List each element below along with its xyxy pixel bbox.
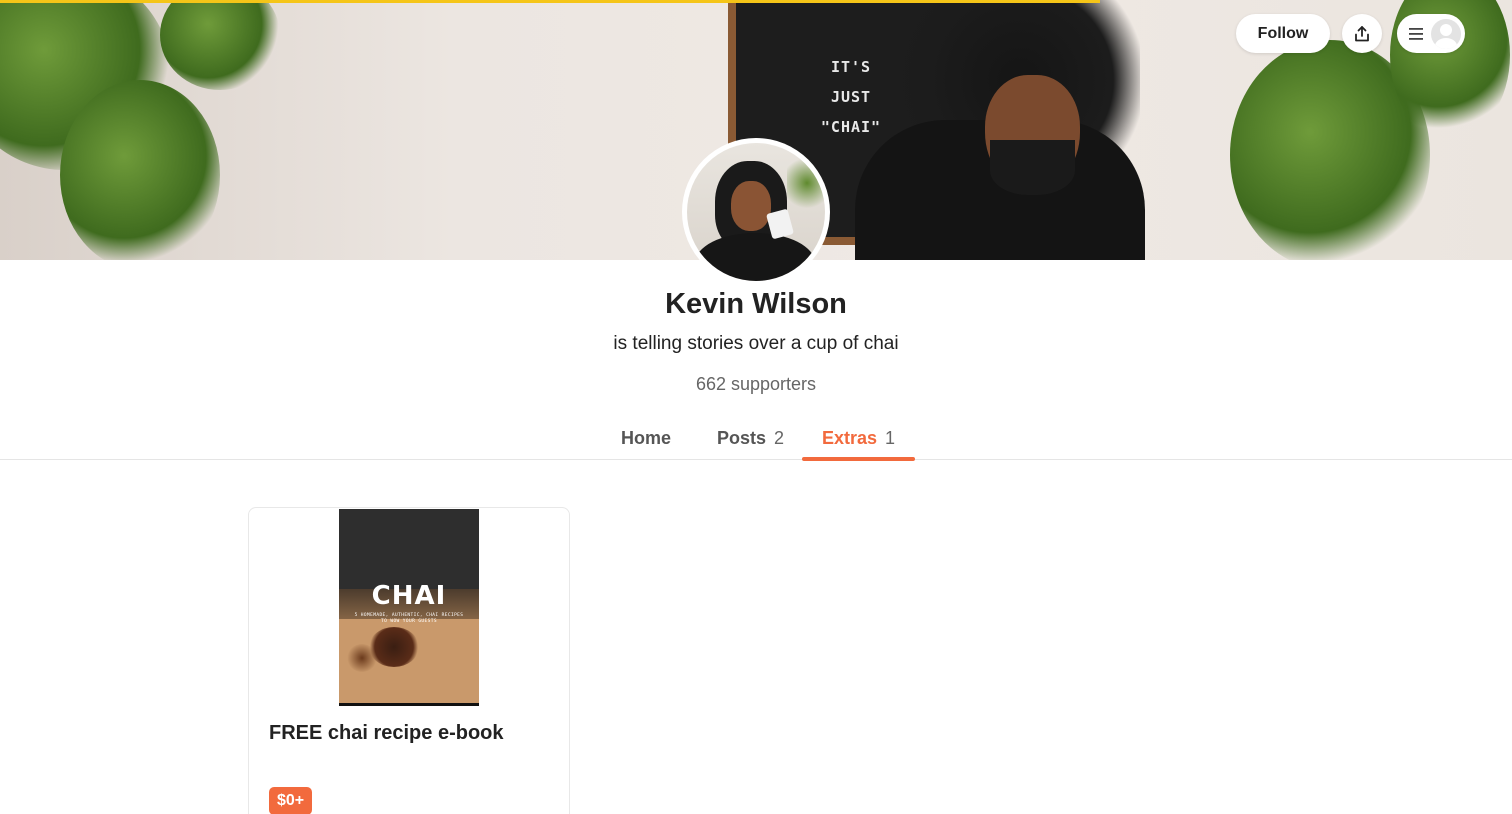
ebook-cover-title: CHAI <box>371 581 447 611</box>
extra-card[interactable]: CHAI 5 HOMEMADE, AUTHENTIC, CHAI RECIPES… <box>248 507 570 814</box>
tab-label: Extras <box>821 427 878 448</box>
extra-title[interactable]: FREE chai recipe e-book <box>269 722 504 745</box>
creator-page: IT'S JUST "CHAI" Follow Kevin Wilson is … <box>0 0 1512 814</box>
price-badge: $0+ <box>269 787 313 814</box>
supporter-count[interactable]: 662 supporters <box>0 374 1512 395</box>
letterboard-line: JUST <box>830 88 872 106</box>
active-tab-indicator <box>802 457 915 461</box>
cover-person-beard <box>990 140 1075 195</box>
tab-posts[interactable]: Posts 2 <box>717 416 784 460</box>
user-avatar-icon <box>1431 18 1461 49</box>
ebook-cover-subtitle: 5 HOMEMADE, AUTHENTIC, CHAI RECIPES TO W… <box>354 613 464 624</box>
follow-button[interactable]: Follow <box>1236 14 1330 53</box>
plant-left-top-decoration <box>160 0 280 90</box>
profile-tabs: Home Posts 2 Extras 1 <box>0 416 1512 461</box>
share-button[interactable] <box>1342 14 1382 53</box>
creator-name: Kevin Wilson <box>665 288 847 320</box>
hamburger-menu-icon <box>1409 27 1423 40</box>
tab-count: 1 <box>885 427 896 448</box>
tab-label: Home <box>621 427 672 448</box>
letterboard-line: IT'S <box>830 58 872 76</box>
plant-left-lower-decoration <box>60 80 220 260</box>
tab-count: 2 <box>774 427 785 448</box>
tab-home[interactable]: Home <box>621 416 671 460</box>
account-menu-button[interactable] <box>1397 14 1465 53</box>
creator-tagline: is telling stories over a cup of chai <box>613 333 899 354</box>
tab-extras[interactable]: Extras 1 <box>802 416 915 461</box>
tab-label: Posts <box>717 427 767 448</box>
share-icon <box>1355 25 1369 41</box>
letterboard-line: "CHAI" <box>820 118 882 136</box>
profile-avatar <box>682 138 830 286</box>
page-load-progress-bar <box>0 0 1100 3</box>
ebook-cover-image: CHAI 5 HOMEMADE, AUTHENTIC, CHAI RECIPES… <box>339 509 479 706</box>
